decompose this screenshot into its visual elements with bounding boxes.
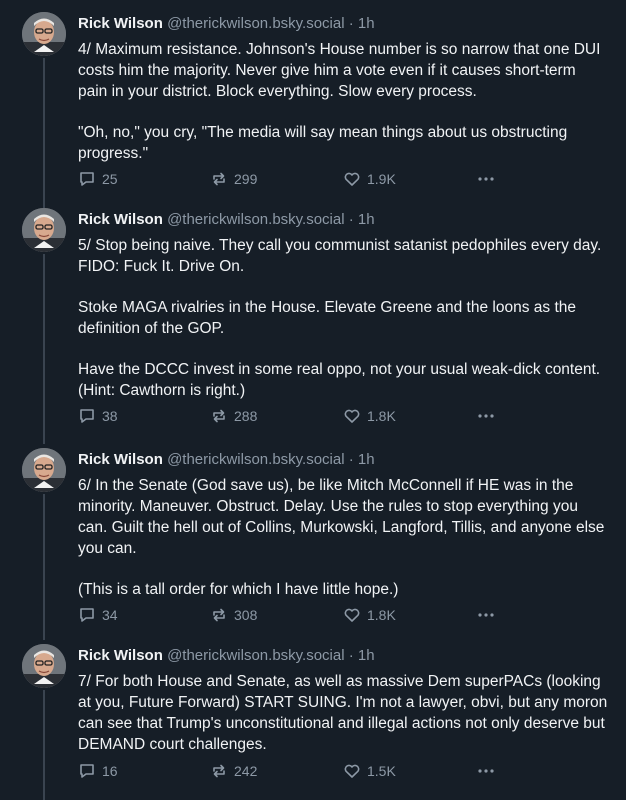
post-item[interactable]: Rick Wilson @therickwilson.bsky.social ·…	[0, 196, 626, 440]
repost-count: 308	[234, 607, 258, 623]
post-paragraph: 6/ In the Senate (God save us), be like …	[78, 477, 609, 557]
post-paragraph: (This is a tall order for which I have l…	[78, 581, 399, 598]
like-button[interactable]: 1.8K	[343, 407, 396, 425]
post-timestamp[interactable]: 1h	[358, 211, 375, 228]
more-options-icon	[478, 769, 494, 773]
post-paragraph: 7/ For both House and Senate, as well as…	[78, 673, 612, 753]
separator: ·	[348, 211, 354, 228]
separator: ·	[348, 647, 354, 664]
post-text: 5/ Stop being naive. They call you commu…	[78, 235, 608, 401]
author-name[interactable]: Rick Wilson	[78, 647, 163, 664]
post-actions: 25 299 1.9K	[78, 170, 508, 190]
post-item[interactable]: Rick Wilson @therickwilson.bsky.social ·…	[0, 0, 626, 200]
avatar[interactable]	[22, 12, 66, 56]
more-options-button[interactable]	[476, 407, 496, 425]
repost-icon	[213, 764, 225, 778]
reply-icon	[80, 764, 94, 778]
post-paragraph: 4/ Maximum resistance. Johnson's House n…	[78, 41, 605, 100]
more-options-button[interactable]	[476, 762, 496, 780]
post-paragraph: Have the DCCC invest in some real oppo, …	[78, 361, 605, 399]
like-count: 1.8K	[367, 607, 396, 623]
repost-count: 288	[234, 408, 258, 424]
author-name[interactable]: Rick Wilson	[78, 211, 163, 228]
heart-icon	[344, 409, 360, 423]
post-header: Rick Wilson @therickwilson.bsky.social ·…	[78, 646, 375, 666]
post-actions: 16 242 1.5K	[78, 762, 508, 782]
post-timestamp[interactable]: 1h	[358, 451, 375, 468]
repost-icon	[213, 608, 225, 622]
reply-button[interactable]: 16	[78, 762, 118, 780]
reply-button[interactable]: 38	[78, 407, 118, 425]
author-handle[interactable]: @therickwilson.bsky.social	[167, 211, 345, 228]
post-paragraph: Stoke MAGA rivalries in the House. Eleva…	[78, 299, 581, 337]
more-options-button[interactable]	[476, 170, 496, 188]
reply-icon	[80, 172, 94, 186]
separator: ·	[348, 451, 354, 468]
heart-icon	[344, 608, 360, 622]
reply-count: 38	[102, 408, 118, 424]
separator: ·	[348, 15, 354, 32]
like-button[interactable]: 1.8K	[343, 606, 396, 624]
reply-button[interactable]: 25	[78, 170, 118, 188]
repost-button[interactable]: 288	[210, 407, 257, 425]
heart-icon	[344, 764, 360, 778]
more-options-icon	[478, 414, 494, 418]
like-count: 1.9K	[367, 171, 396, 187]
more-options-button[interactable]	[476, 606, 496, 624]
like-count: 1.5K	[367, 763, 396, 779]
repost-icon	[213, 409, 225, 423]
post-paragraph: "Oh, no," you cry, "The media will say m…	[78, 124, 572, 162]
post-paragraph: 5/ Stop being naive. They call you commu…	[78, 237, 606, 275]
author-name[interactable]: Rick Wilson	[78, 451, 163, 468]
repost-count: 242	[234, 763, 258, 779]
author-handle[interactable]: @therickwilson.bsky.social	[167, 647, 345, 664]
post-header: Rick Wilson @therickwilson.bsky.social ·…	[78, 210, 375, 230]
author-handle[interactable]: @therickwilson.bsky.social	[167, 451, 345, 468]
heart-icon	[344, 172, 360, 186]
post-timestamp[interactable]: 1h	[358, 15, 375, 32]
post-item[interactable]: Rick Wilson @therickwilson.bsky.social ·…	[0, 632, 626, 800]
avatar[interactable]	[22, 644, 66, 688]
reply-button[interactable]: 34	[78, 606, 118, 624]
reply-count: 25	[102, 171, 118, 187]
post-timestamp[interactable]: 1h	[358, 647, 375, 664]
like-button[interactable]: 1.5K	[343, 762, 396, 780]
more-options-icon	[478, 613, 494, 617]
post-header: Rick Wilson @therickwilson.bsky.social ·…	[78, 450, 375, 470]
post-text: 7/ For both House and Senate, as well as…	[78, 671, 608, 755]
repost-button[interactable]: 242	[210, 762, 257, 780]
reply-icon	[80, 608, 94, 622]
reply-count: 16	[102, 763, 118, 779]
author-handle[interactable]: @therickwilson.bsky.social	[167, 15, 345, 32]
post-text: 6/ In the Senate (God save us), be like …	[78, 475, 608, 600]
like-count: 1.8K	[367, 408, 396, 424]
repost-count: 299	[234, 171, 258, 187]
post-actions: 38 288 1.8K	[78, 407, 508, 427]
post-actions: 34 308 1.8K	[78, 606, 508, 626]
post-item[interactable]: Rick Wilson @therickwilson.bsky.social ·…	[0, 436, 626, 636]
like-button[interactable]: 1.9K	[343, 170, 396, 188]
avatar[interactable]	[22, 208, 66, 252]
repost-button[interactable]: 308	[210, 606, 257, 624]
repost-button[interactable]: 299	[210, 170, 257, 188]
avatar[interactable]	[22, 448, 66, 492]
repost-icon	[213, 172, 225, 186]
thread-feed: Rick Wilson @therickwilson.bsky.social ·…	[0, 0, 626, 800]
author-name[interactable]: Rick Wilson	[78, 15, 163, 32]
reply-count: 34	[102, 607, 118, 623]
post-text: 4/ Maximum resistance. Johnson's House n…	[78, 39, 608, 164]
reply-icon	[80, 409, 94, 423]
post-header: Rick Wilson @therickwilson.bsky.social ·…	[78, 14, 375, 34]
more-options-icon	[478, 177, 494, 181]
